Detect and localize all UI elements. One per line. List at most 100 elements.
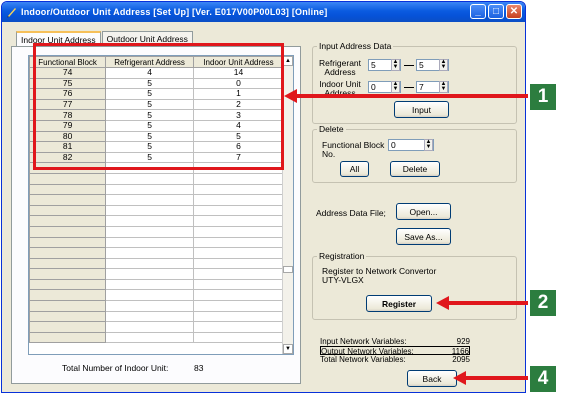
table-row-empty[interactable] — [29, 257, 285, 270]
register-button[interactable]: Register — [366, 295, 432, 312]
callout-highlight-box — [33, 43, 284, 170]
table-row-empty[interactable] — [29, 215, 285, 227]
registration-group-label: Registration — [317, 251, 367, 261]
indoor-from-spinner[interactable]: ▲ ▼ — [391, 81, 400, 93]
empty-cell[interactable] — [105, 257, 194, 270]
total-value: 83 — [194, 363, 204, 373]
empty-cell[interactable] — [192, 172, 285, 185]
empty-cell[interactable] — [192, 215, 285, 227]
input-button[interactable]: Input — [394, 101, 449, 118]
empty-cell[interactable] — [192, 247, 285, 259]
empty-cell[interactable] — [105, 204, 194, 217]
empty-cell[interactable] — [29, 289, 107, 302]
empty-cell[interactable] — [29, 236, 107, 249]
empty-cell[interactable] — [105, 268, 194, 280]
close-icon[interactable]: ✕ — [506, 4, 522, 19]
empty-cell[interactable] — [29, 257, 107, 270]
empty-cell[interactable] — [105, 321, 194, 333]
delete-all-button[interactable]: All — [340, 161, 369, 177]
empty-cell[interactable] — [192, 236, 285, 249]
total-label: Total Number of Indoor Unit: — [62, 363, 169, 373]
empty-cell[interactable] — [29, 204, 107, 217]
callout-arrowhead-2-icon — [436, 296, 449, 310]
minimize-icon[interactable]: _ — [470, 4, 486, 19]
table-row-empty[interactable] — [29, 268, 285, 280]
empty-cell[interactable] — [29, 300, 107, 312]
empty-cell[interactable] — [192, 194, 285, 206]
callout-badge-1: 1 — [530, 84, 556, 110]
empty-cell[interactable] — [105, 194, 194, 206]
empty-cell[interactable] — [105, 331, 194, 344]
open-button[interactable]: Open... — [396, 203, 451, 220]
title-bar: Indoor/Outdoor Unit Address [Set Up] [Ve… — [2, 2, 525, 22]
output-network-variables: Output Network Variables: 1166 — [320, 346, 470, 356]
empty-cell[interactable] — [192, 310, 285, 323]
table-row-empty[interactable] — [29, 183, 285, 196]
table-row-empty[interactable] — [29, 172, 285, 185]
empty-cell[interactable] — [29, 247, 107, 259]
delete-button[interactable]: Delete — [390, 161, 440, 177]
empty-cell[interactable] — [192, 331, 285, 344]
table-row-empty[interactable] — [29, 300, 285, 312]
empty-cell[interactable] — [29, 321, 107, 333]
empty-cell[interactable] — [192, 204, 285, 217]
empty-cell[interactable] — [192, 289, 285, 302]
callout-arrow-1 — [296, 94, 528, 98]
empty-cell[interactable] — [29, 331, 107, 344]
callout-arrowhead-1-icon — [284, 89, 297, 103]
indoor-to-spinner[interactable]: ▲ ▼ — [439, 81, 448, 93]
empty-cell[interactable] — [29, 278, 107, 291]
empty-cell[interactable] — [192, 278, 285, 291]
refrigerant-to-spinner[interactable]: ▲ ▼ — [439, 59, 448, 71]
empty-cell[interactable] — [29, 194, 107, 206]
empty-cell[interactable] — [105, 289, 194, 302]
empty-cell[interactable] — [29, 183, 107, 196]
empty-cell[interactable] — [29, 215, 107, 227]
network-variables: Input Network Variables: 929 Output Netwo… — [320, 337, 470, 364]
empty-cell[interactable] — [105, 278, 194, 291]
empty-cell[interactable] — [192, 257, 285, 270]
back-button[interactable]: Back — [407, 370, 457, 387]
table-row-empty[interactable] — [29, 204, 285, 217]
save-as-button[interactable]: Save As... — [396, 228, 451, 245]
callout-badge-2: 2 — [530, 290, 556, 316]
scroll-up-icon[interactable]: ▲ — [283, 56, 293, 66]
empty-cell[interactable] — [105, 215, 194, 227]
empty-cell[interactable] — [29, 310, 107, 323]
maximize-icon[interactable]: □ — [488, 4, 504, 19]
empty-cell[interactable] — [105, 172, 194, 185]
scroll-down-icon[interactable]: ▼ — [283, 344, 293, 354]
table-row-empty[interactable] — [29, 236, 285, 249]
window-title: Indoor/Outdoor Unit Address [Set Up] [Ve… — [21, 7, 328, 17]
empty-cell[interactable] — [29, 225, 107, 238]
empty-cell[interactable] — [29, 172, 107, 185]
table-row-empty[interactable] — [29, 247, 285, 259]
table-row-empty[interactable] — [29, 321, 285, 333]
range-dash — [404, 87, 414, 88]
empty-cell[interactable] — [105, 310, 194, 323]
empty-cell[interactable] — [105, 300, 194, 312]
input-address-group-label: Input Address Data — [317, 41, 394, 51]
empty-cell[interactable] — [192, 300, 285, 312]
table-row-empty[interactable] — [29, 194, 285, 206]
empty-cell[interactable] — [105, 225, 194, 238]
empty-cell[interactable] — [105, 247, 194, 259]
empty-cell[interactable] — [192, 225, 285, 238]
refrigerant-address-label: Refrigerant Address — [318, 58, 362, 77]
empty-cell[interactable] — [192, 183, 285, 196]
callout-arrow-4 — [465, 376, 528, 380]
empty-cell[interactable] — [29, 268, 107, 280]
table-row-empty[interactable] — [29, 278, 285, 291]
table-row-empty[interactable] — [29, 331, 285, 344]
input-network-variables: Input Network Variables: 929 — [320, 337, 470, 346]
table-row-empty[interactable] — [29, 310, 285, 323]
empty-cell[interactable] — [105, 236, 194, 249]
table-row-empty[interactable] — [29, 289, 285, 302]
empty-cell[interactable] — [192, 268, 285, 280]
table-row-empty[interactable] — [29, 225, 285, 238]
scroll-thumb[interactable] — [283, 266, 293, 273]
functional-block-no-spinner[interactable]: ▲ ▼ — [424, 139, 433, 151]
empty-cell[interactable] — [105, 183, 194, 196]
empty-cell[interactable] — [192, 321, 285, 333]
refrigerant-from-spinner[interactable]: ▲ ▼ — [391, 59, 400, 71]
